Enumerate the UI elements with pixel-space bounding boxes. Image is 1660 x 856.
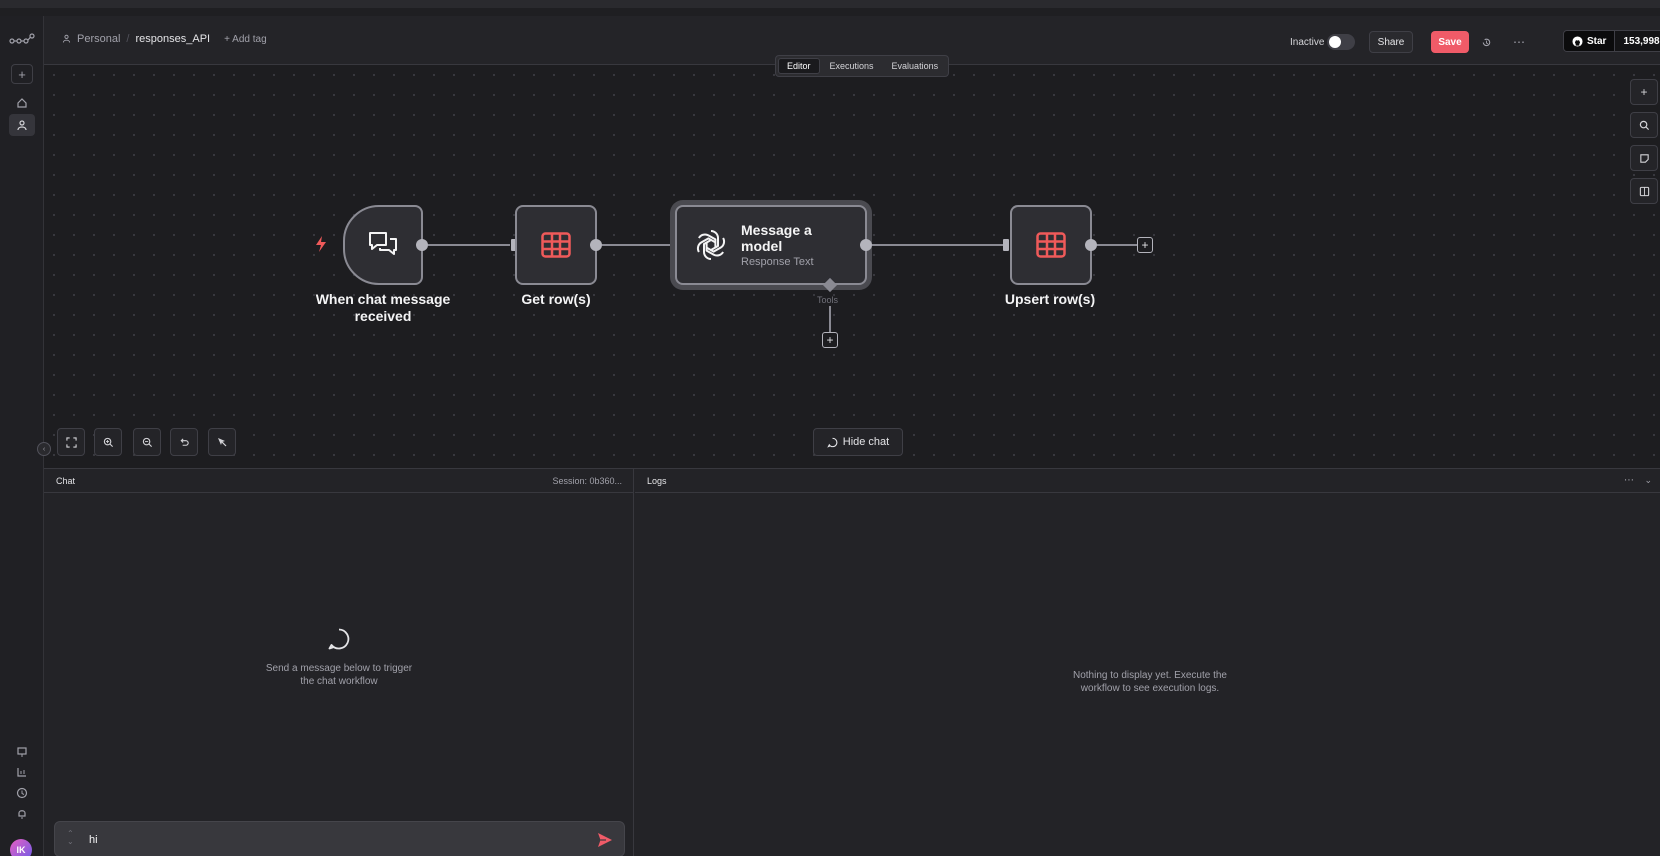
logs-panel-title: Logs [647,475,667,486]
send-icon[interactable] [596,831,614,849]
breadcrumb-separator: / [126,33,130,45]
add-node-button[interactable]: + [1630,79,1658,105]
node-upsert-rows[interactable] [1010,205,1092,285]
chat-empty-icon [328,628,350,650]
collapse-sidebar-icon[interactable]: ‹ [37,442,51,456]
add-tag-button[interactable]: + Add tag [224,34,267,45]
project-link[interactable]: Personal [77,33,120,45]
node-get-rows-label: Get row(s) [521,291,591,307]
tools-label: Tools [817,295,839,305]
logs-panel: Logs ⋯ ⌄ Nothing to display yet. Execute… [635,469,1660,856]
share-button[interactable]: Share [1369,31,1413,53]
chat-bubble-icon [826,437,838,448]
tools-connection [829,306,831,332]
node-message-model[interactable]: Message a model Response Text [675,205,867,285]
notifications-icon[interactable] [9,802,35,824]
tidy-up-icon[interactable] [208,428,236,456]
fit-view-icon[interactable] [57,428,85,456]
connection [1097,244,1137,246]
chat-panel-title: Chat [56,475,76,486]
help-icon[interactable] [9,782,35,804]
chevron-down-icon[interactable]: ⌄ [1644,475,1652,486]
table-icon [541,232,571,258]
chat-panel: Chat Session: 0b360... Send a message be… [44,469,634,856]
openai-icon [696,230,726,260]
logs-empty-line1: Nothing to display yet. Execute the [1073,670,1227,681]
table-icon [1036,232,1066,258]
n8n-logo-icon[interactable] [9,32,35,48]
zoom-out-icon[interactable] [133,428,161,456]
more-options-icon[interactable]: ⋯ [1511,34,1527,50]
undo-icon[interactable] [170,428,198,456]
node-chat-trigger-label-line2: received [354,308,412,324]
home-icon[interactable] [9,92,35,114]
node-message-model-title-2: model [741,238,783,254]
chat-input-value[interactable]: hi [89,834,98,846]
connection[interactable] [602,244,670,246]
personal-icon[interactable] [9,114,35,136]
user-avatar[interactable]: IK [10,839,32,856]
github-star-widget[interactable]: Star 153,998 [1563,30,1660,52]
github-star-button[interactable]: Star [1564,31,1615,51]
github-star-label: Star [1587,35,1607,47]
project-icon [62,34,71,45]
node-message-model-title-1: Message a [741,222,812,238]
save-button[interactable]: Save [1431,31,1469,53]
chat-bubbles-icon [369,232,397,255]
input-port[interactable] [1003,239,1009,251]
output-port[interactable] [860,239,872,251]
add-tool-button[interactable]: + [822,332,838,348]
bottom-panel: Chat Session: 0b360... Send a message be… [44,468,1660,856]
node-chat-trigger-label-line1: When chat message [315,291,451,307]
breadcrumb: Personal / responses_API + Add tag [62,33,267,45]
insights-icon[interactable] [9,761,35,783]
chat-message-input[interactable]: ⌃ ⌄ hi [54,821,625,856]
logs-empty-message: Nothing to display yet. Execute the work… [1020,669,1280,695]
output-port[interactable] [416,239,428,251]
input-history-icon[interactable]: ⌃ ⌄ [67,830,74,846]
left-sidebar: + IK [0,16,44,856]
node-message-model-text: Message a model Response Text [741,222,814,268]
sticky-note-icon[interactable] [1630,145,1658,171]
active-toggle[interactable] [1327,34,1355,50]
github-star-count: 153,998 [1614,31,1660,51]
chat-panel-header: Chat Session: 0b360... [44,469,634,493]
node-upsert-rows-label: Upsert row(s) [1004,291,1096,307]
tab-editor[interactable]: Editor [778,58,820,74]
node-chat-trigger-label: When chat message received [303,291,463,325]
logs-empty-line2: workflow to see execution logs. [1080,683,1220,694]
logs-more-icon[interactable]: ⋯ [1624,475,1634,486]
trigger-bolt-icon [316,236,326,252]
zoom-in-icon[interactable] [94,428,122,456]
templates-icon[interactable] [9,741,35,763]
chat-empty-line2: the chat workflow [300,676,378,687]
output-port[interactable] [1085,239,1097,251]
node-get-rows[interactable] [515,205,597,285]
create-button[interactable]: + [11,64,33,84]
connection[interactable] [872,244,1003,246]
workflow-name[interactable]: responses_API [135,33,210,45]
active-status-label: Inactive [1290,37,1325,48]
chat-empty-message: Send a message below to trigger the chat… [214,662,464,688]
output-port[interactable] [590,239,602,251]
app-window: + IK Personal / responses_API + Add tag … [0,0,1660,856]
github-icon [1572,35,1583,47]
hide-chat-button[interactable]: Hide chat [813,428,903,456]
logs-panel-header: Logs ⋯ ⌄ [635,469,1660,493]
search-icon[interactable] [1630,112,1658,138]
tab-executions[interactable]: Executions [822,58,882,74]
node-message-model-subtitle: Response Text [741,256,814,268]
add-node-after-button[interactable]: + [1137,237,1153,253]
chat-session-id[interactable]: Session: 0b360... [552,476,622,486]
tab-evaluations[interactable]: Evaluations [884,58,947,74]
panel-toggle-icon[interactable] [1630,178,1658,204]
hide-chat-label: Hide chat [842,436,890,448]
view-tabs: Editor Executions Evaluations [775,55,950,77]
connection[interactable] [428,244,510,246]
chat-empty-line1: Send a message below to trigger [265,663,413,674]
history-icon[interactable] [1478,34,1494,50]
node-chat-trigger[interactable] [343,205,423,285]
